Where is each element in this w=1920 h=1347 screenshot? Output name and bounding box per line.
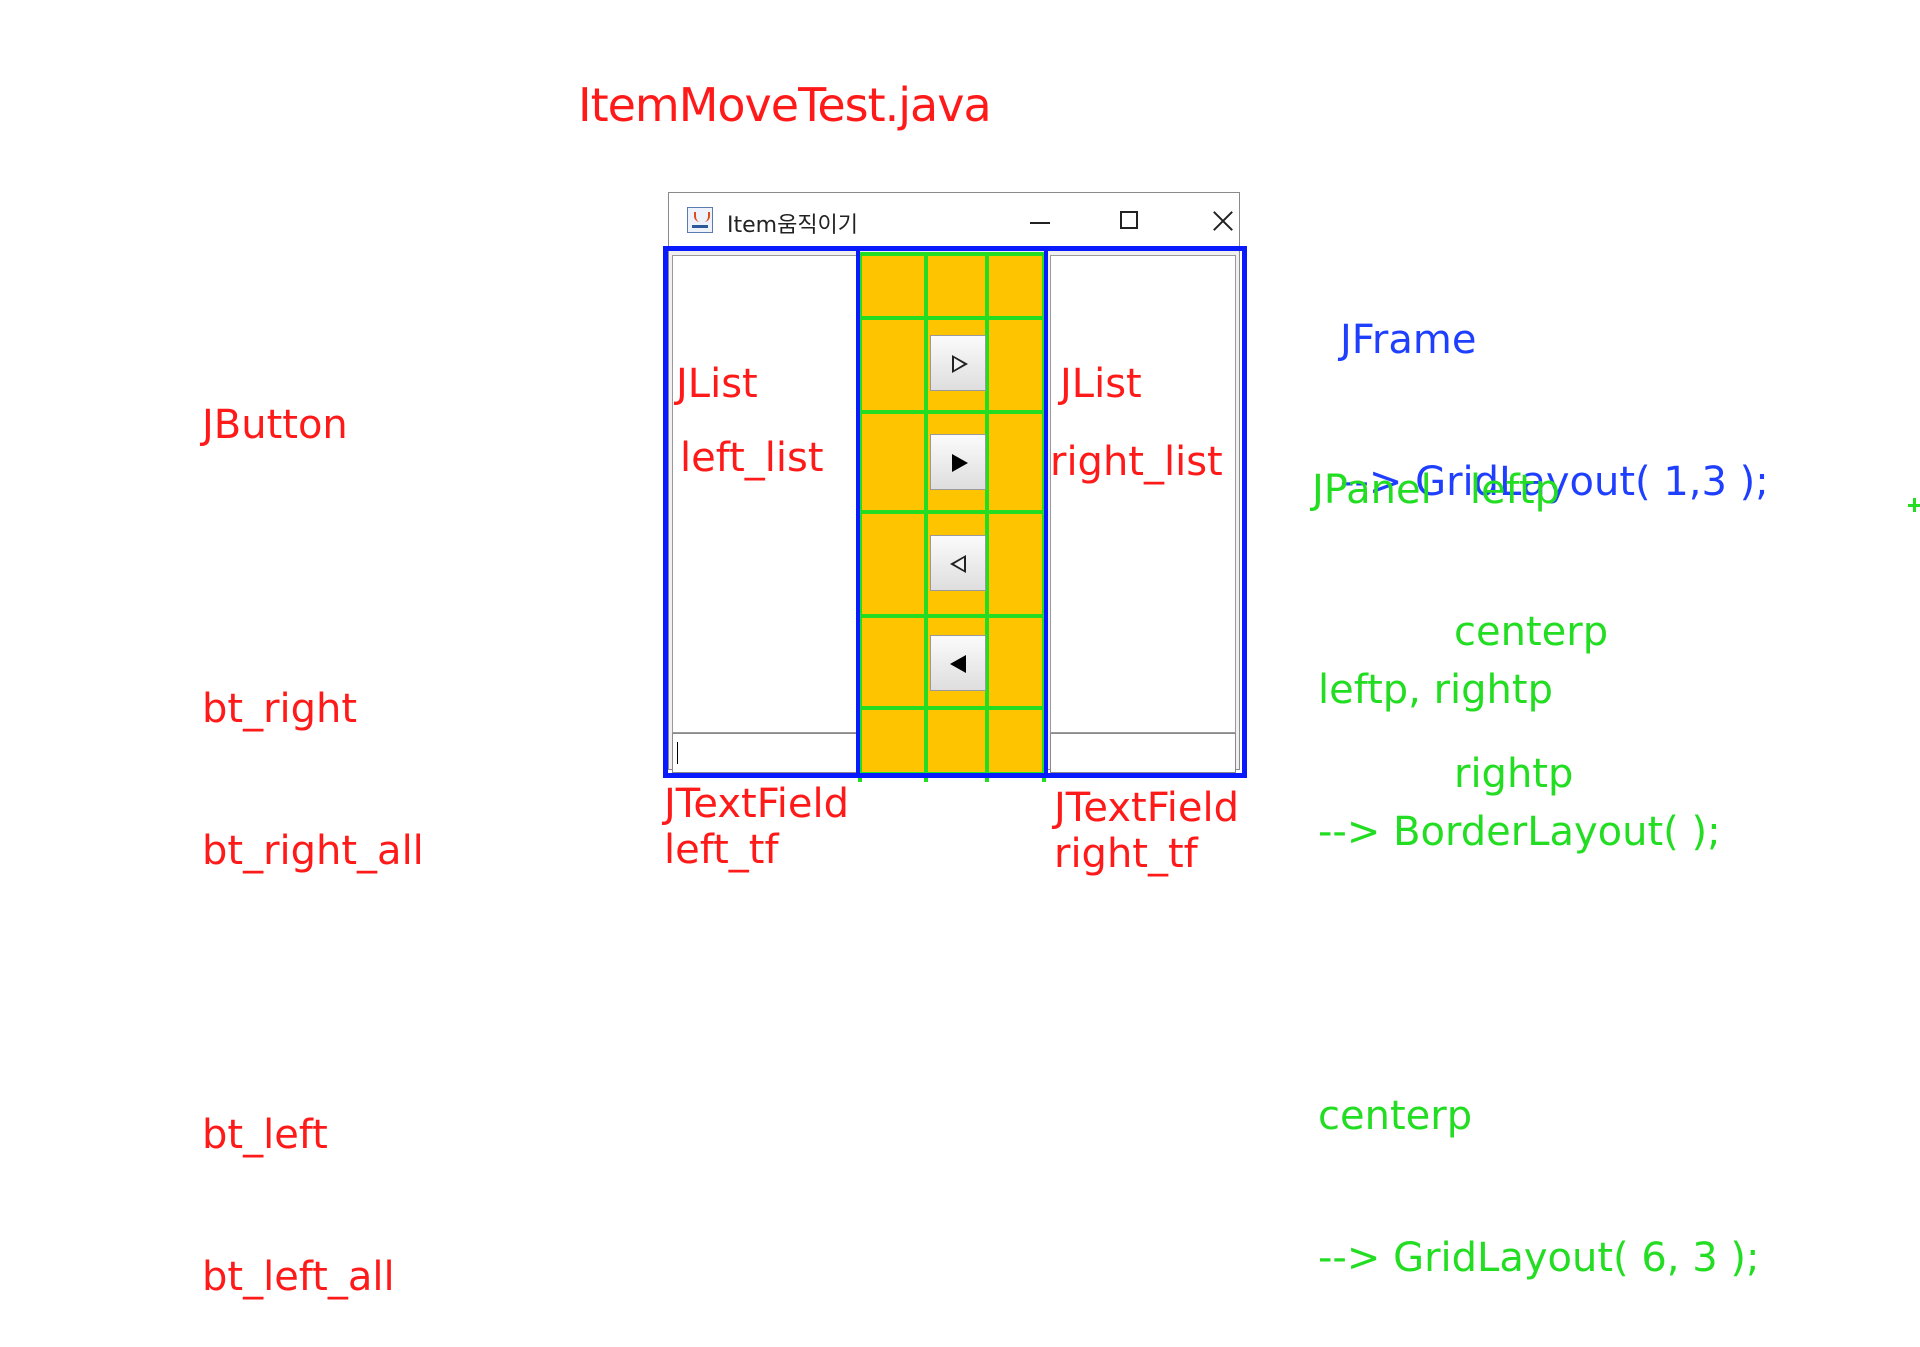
bt-left-button[interactable] (930, 535, 986, 591)
right-list-name-label: right_list (1050, 439, 1223, 485)
jpanel-leftp: leftp (1469, 467, 1561, 513)
triangle-left-filled-icon (950, 655, 966, 673)
right-tf-name-label: right_tf (1054, 831, 1198, 877)
layout-note: leftp, rightp --> BorderLayout( ); cente… (1318, 570, 1759, 1328)
left-list[interactable] (672, 255, 858, 733)
jpanel-label: JPanel (1312, 467, 1432, 513)
window-titlebar[interactable]: Item움직이기 (669, 193, 1239, 247)
java-icon (687, 207, 713, 233)
grid-line (858, 614, 1046, 618)
button-notes-heading: JButton (202, 402, 348, 448)
grid-line (858, 772, 1046, 776)
bt-left-all-button[interactable] (930, 635, 986, 691)
grid-line (985, 252, 989, 782)
note-bt-right: bt_right (202, 686, 358, 732)
bt-right-button[interactable] (930, 335, 986, 391)
center-panel (858, 252, 1046, 776)
minimize-button[interactable] (997, 193, 1083, 247)
panel-divider-left (856, 250, 860, 778)
left-list-type-label: JList (676, 361, 758, 407)
grid-line (858, 316, 1046, 320)
grid-line (858, 510, 1046, 514)
window-title: Item움직이기 (727, 213, 859, 238)
grid-line (858, 252, 1046, 256)
maximize-button[interactable] (1087, 193, 1173, 247)
note-bt-left-all: bt_left_all (202, 1254, 395, 1300)
text-caret (677, 742, 678, 764)
close-button[interactable] (1177, 193, 1263, 247)
right-list[interactable] (1050, 255, 1236, 733)
grid-layout-line2: --> GridLayout( 6, 3 ); (1318, 1235, 1760, 1281)
grid-line (924, 252, 928, 782)
jframe-note-line1: JFrame (1340, 317, 1477, 363)
left-tf-type-label: JTextField (664, 781, 850, 827)
left-list-name-label: left_list (680, 435, 824, 481)
left-tf-name-label: left_tf (664, 827, 779, 873)
note-bt-left: bt_left (202, 1112, 328, 1158)
grid-line (858, 706, 1046, 710)
left-text-field[interactable] (672, 733, 858, 773)
page-title: ItemMoveTest.java (578, 78, 992, 132)
right-list-type-label: JList (1060, 361, 1142, 407)
right-tf-type-label: JTextField (1054, 785, 1240, 831)
plus-marker-icon (1908, 498, 1920, 512)
border-layout-line2: --> BorderLayout( ); (1318, 809, 1721, 855)
grid-layout-line1: centerp (1318, 1093, 1473, 1139)
button-notes: JButton bt_right bt_right_all bt_left bt… (202, 305, 424, 1347)
triangle-right-filled-icon (952, 454, 968, 472)
bt-right-all-button[interactable] (930, 434, 986, 490)
note-bt-right-all: bt_right_all (202, 828, 424, 874)
triangle-right-outline-icon (952, 355, 968, 373)
triangle-left-outline-icon (950, 555, 966, 573)
right-text-field[interactable] (1050, 733, 1236, 773)
panel-divider-right (1044, 250, 1048, 778)
grid-line (858, 410, 1046, 414)
border-layout-line1: leftp, rightp (1318, 667, 1553, 713)
